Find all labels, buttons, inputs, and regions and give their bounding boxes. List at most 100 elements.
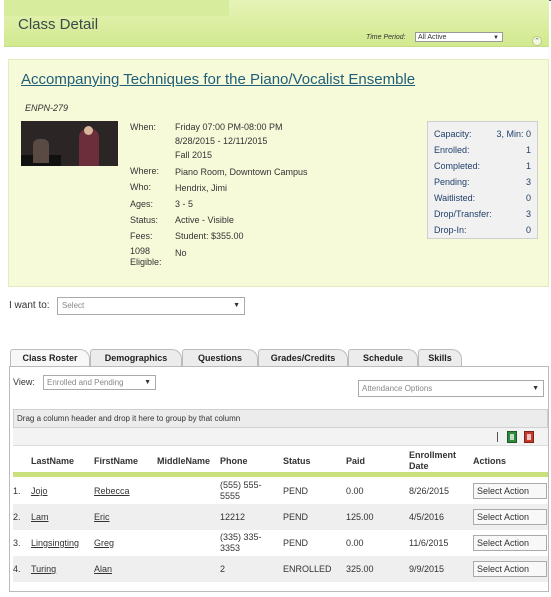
eligible-1098-label: 1098 Eligible: bbox=[130, 246, 162, 267]
tab-class-roster[interactable]: Class Roster bbox=[10, 349, 90, 366]
fees-value: Student: $355.00 bbox=[175, 231, 244, 241]
page-header: Class Detail Time Period: All Active ▼ ⌃ bbox=[4, 0, 549, 47]
status-value: Active - Visible bbox=[175, 215, 234, 225]
column-header-paid[interactable]: Paid bbox=[346, 456, 365, 466]
roster-panel: View: Enrolled and Pending ▼ Attendance … bbox=[9, 366, 549, 592]
class-title-link[interactable]: Accompanying Techniques for the Piano/Vo… bbox=[21, 71, 415, 88]
firstname-link[interactable]: Rebecca bbox=[94, 486, 130, 496]
export-pdf-icon[interactable] bbox=[524, 431, 534, 443]
phone-cell: 2 bbox=[220, 564, 226, 574]
grid-header-row: LastName FirstName MiddleName Phone Stat… bbox=[13, 446, 548, 477]
dropdown-arrow-icon: ▼ bbox=[532, 385, 539, 392]
stat-value: 1 bbox=[525, 161, 531, 171]
phone-cell: 12212 bbox=[220, 512, 246, 522]
row-number: 2. bbox=[13, 512, 21, 522]
chevron-up-icon[interactable]: ⌃ bbox=[532, 36, 542, 46]
stat-value: 3, Min: 0 bbox=[496, 129, 531, 139]
i-want-to-select[interactable]: Select ▼ bbox=[57, 297, 245, 315]
select-action-dropdown[interactable]: Select Action bbox=[473, 509, 547, 525]
column-header-status[interactable]: Status bbox=[283, 456, 311, 466]
table-row: 4. Turing Alan 2 ENROLLED 325.00 9/9/201… bbox=[13, 556, 548, 582]
paid-cell: 125.00 bbox=[346, 512, 374, 522]
view-select[interactable]: Enrolled and Pending ▼ bbox=[43, 375, 156, 390]
stat-label: Drop-In: bbox=[434, 225, 467, 235]
lastname-link[interactable]: Jojo bbox=[31, 486, 48, 496]
attendance-options-select[interactable]: Attendance Options ▼ bbox=[358, 380, 544, 397]
ages-value: 3 - 5 bbox=[175, 199, 194, 209]
time-period-select[interactable]: All Active ▼ bbox=[415, 32, 503, 42]
tab-schedule[interactable]: Schedule bbox=[348, 349, 418, 366]
stat-value: 0 bbox=[525, 193, 531, 203]
page-title: Class Detail bbox=[18, 16, 99, 33]
enrollment-date-cell: 11/6/2015 bbox=[409, 538, 449, 548]
column-header-middlename[interactable]: MiddleName bbox=[157, 456, 210, 466]
select-action-dropdown[interactable]: Select Action bbox=[473, 483, 547, 499]
paid-cell: 0.00 bbox=[346, 486, 364, 496]
select-action-dropdown[interactable]: Select Action bbox=[473, 535, 547, 551]
column-header-enrollment-date[interactable]: Enrollment Date bbox=[409, 450, 463, 472]
column-header-lastname[interactable]: LastName bbox=[31, 456, 74, 466]
eligible-1098-value: No bbox=[175, 248, 187, 258]
select-action-dropdown[interactable]: Select Action bbox=[473, 561, 547, 577]
row-number: 1. bbox=[13, 486, 21, 496]
table-row: 2. Lam Eric 12212 PEND 125.00 4/5/2016 S… bbox=[13, 504, 548, 530]
row-number: 4. bbox=[13, 564, 21, 574]
tab-skills[interactable]: Skills bbox=[418, 349, 462, 366]
dropdown-arrow-icon: ▼ bbox=[233, 302, 240, 309]
stat-label: Capacity: bbox=[434, 129, 472, 139]
when-value-line-3: Fall 2015 bbox=[175, 150, 213, 160]
firstname-link[interactable]: Greg bbox=[94, 538, 114, 548]
firstname-link[interactable]: Alan bbox=[94, 564, 112, 574]
column-header-firstname[interactable]: FirstName bbox=[94, 456, 138, 466]
row-number: 3. bbox=[13, 538, 21, 548]
time-period-label: Time Period: bbox=[366, 34, 406, 41]
i-want-to-placeholder: Select bbox=[62, 301, 85, 310]
table-row: 3. Lingsingting Greg (335) 335-3353 PEND… bbox=[13, 530, 548, 556]
paid-cell: 0.00 bbox=[346, 538, 364, 548]
lastname-link[interactable]: Lam bbox=[31, 512, 49, 522]
column-header-actions: Actions bbox=[473, 456, 507, 466]
header-tab-decoration bbox=[4, 0, 229, 16]
stat-value: 0 bbox=[525, 225, 531, 235]
where-label: Where: bbox=[130, 166, 160, 176]
status-cell: PEND bbox=[283, 538, 309, 548]
class-code: ENPN-279 bbox=[25, 103, 69, 113]
stat-value: 3 bbox=[525, 177, 531, 187]
table-row: 1. Jojo Rebecca (555) 555-5555 PEND 0.00… bbox=[13, 478, 548, 504]
firstname-link[interactable]: Eric bbox=[94, 512, 110, 522]
i-want-to-label: I want to: bbox=[9, 300, 50, 311]
when-value-line-1: Friday 07:00 PM-08:00 PM bbox=[175, 122, 283, 132]
status-label: Status: bbox=[130, 215, 159, 225]
stat-label: Completed: bbox=[434, 161, 481, 171]
lastname-link[interactable]: Lingsingting bbox=[31, 538, 79, 548]
group-by-drop-zone[interactable]: Drag a column header and drop it here to… bbox=[13, 409, 548, 428]
stat-label: Drop/Transfer: bbox=[434, 209, 492, 219]
attendance-options-placeholder: Attendance Options bbox=[362, 384, 433, 393]
stat-label: Waitlisted: bbox=[434, 193, 476, 203]
paid-cell: 325.00 bbox=[346, 564, 374, 574]
stat-value: 3 bbox=[525, 209, 531, 219]
phone-cell: (335) 335-3353 bbox=[220, 532, 262, 553]
enrollment-stats-box: Capacity: 3, Min: 0 Enrolled: 1 Complete… bbox=[427, 121, 538, 239]
export-excel-icon[interactable] bbox=[507, 431, 517, 443]
lastname-link[interactable]: Turing bbox=[31, 564, 56, 574]
fees-label: Fees: bbox=[130, 231, 153, 241]
when-value-line-2: 8/28/2015 - 12/11/2015 bbox=[175, 136, 268, 146]
column-header-phone[interactable]: Phone bbox=[220, 456, 248, 466]
stat-label: Pending: bbox=[434, 177, 470, 187]
class-thumbnail-image bbox=[21, 121, 118, 166]
view-label: View: bbox=[13, 377, 35, 387]
tab-demographics[interactable]: Demographics bbox=[90, 349, 182, 366]
who-value: Hendrix, Jimi bbox=[175, 183, 228, 193]
when-label: When: bbox=[130, 122, 157, 132]
status-cell: PEND bbox=[283, 512, 309, 522]
status-cell: PEND bbox=[283, 486, 309, 496]
enrollment-date-cell: 8/26/2015 bbox=[409, 486, 450, 496]
tab-questions[interactable]: Questions bbox=[182, 349, 258, 366]
phone-cell: (555) 555-5555 bbox=[220, 480, 262, 501]
dropdown-arrow-icon: ▼ bbox=[144, 379, 151, 386]
view-select-value: Enrolled and Pending bbox=[47, 378, 124, 387]
tab-grades-credits[interactable]: Grades/Credits bbox=[258, 349, 348, 366]
enrollment-date-cell: 9/9/2015 bbox=[409, 564, 445, 574]
toolbar-separator bbox=[497, 432, 498, 442]
